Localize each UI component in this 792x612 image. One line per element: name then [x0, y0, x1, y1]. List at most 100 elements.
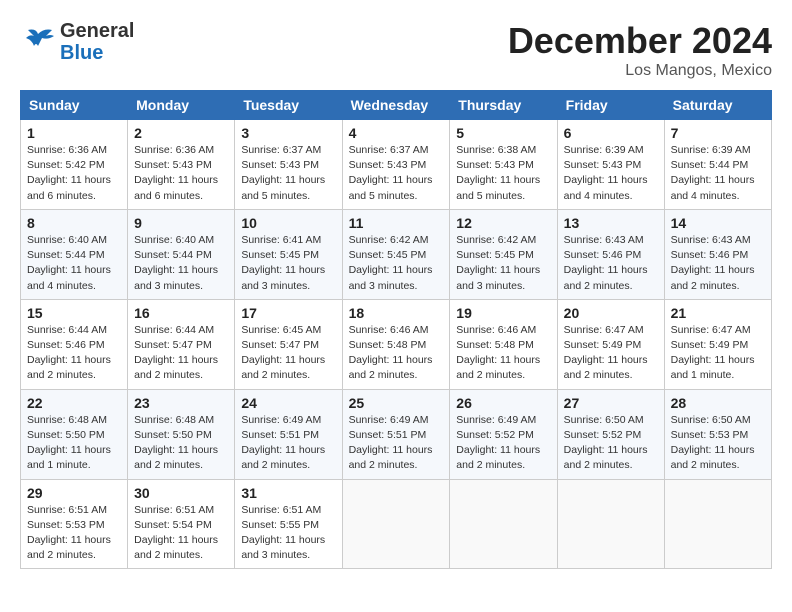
day-number: 17: [241, 305, 335, 321]
day-info: Sunrise: 6:39 AM Sunset: 5:43 PM Dayligh…: [564, 143, 658, 204]
weekday-header-sunday: Sunday: [21, 91, 128, 120]
calendar-cell: 30 Sunrise: 6:51 AM Sunset: 5:54 PM Dayli…: [128, 479, 235, 569]
day-info: Sunrise: 6:37 AM Sunset: 5:43 PM Dayligh…: [241, 143, 335, 204]
weekday-header-monday: Monday: [128, 91, 235, 120]
calendar-cell: 26 Sunrise: 6:49 AM Sunset: 5:52 PM Dayli…: [450, 389, 557, 479]
weekday-header-tuesday: Tuesday: [235, 91, 342, 120]
calendar-cell: 11 Sunrise: 6:42 AM Sunset: 5:45 PM Dayli…: [342, 209, 450, 299]
day-number: 15: [27, 305, 121, 321]
calendar-cell: 16Sunrise: 6:44 AM Sunset: 5:47 PM Dayli…: [128, 299, 235, 389]
weekday-header-saturday: Saturday: [664, 91, 771, 120]
day-number: 21: [671, 305, 765, 321]
calendar-table: SundayMondayTuesdayWednesdayThursdayFrid…: [20, 90, 772, 569]
day-number: 11: [349, 215, 444, 231]
day-number: 13: [564, 215, 658, 231]
calendar-body: 1 Sunrise: 6:36 AM Sunset: 5:42 PM Daylig…: [21, 120, 772, 569]
calendar-cell: [664, 479, 771, 569]
calendar-cell: 7Sunrise: 6:39 AM Sunset: 5:44 PM Daylig…: [664, 120, 771, 210]
day-info: Sunrise: 6:51 AM Sunset: 5:54 PM Dayligh…: [134, 503, 228, 564]
logo-general: General: [60, 20, 134, 42]
day-number: 16: [134, 305, 228, 321]
calendar-cell: 8 Sunrise: 6:40 AM Sunset: 5:44 PM Daylig…: [21, 209, 128, 299]
calendar-cell: 13Sunrise: 6:43 AM Sunset: 5:46 PM Dayli…: [557, 209, 664, 299]
day-info: Sunrise: 6:47 AM Sunset: 5:49 PM Dayligh…: [671, 323, 765, 384]
calendar-cell: 22Sunrise: 6:48 AM Sunset: 5:50 PM Dayli…: [21, 389, 128, 479]
calendar-cell: 1 Sunrise: 6:36 AM Sunset: 5:42 PM Daylig…: [21, 120, 128, 210]
day-info: Sunrise: 6:42 AM Sunset: 5:45 PM Dayligh…: [456, 233, 550, 294]
day-info: Sunrise: 6:36 AM Sunset: 5:43 PM Dayligh…: [134, 143, 228, 204]
day-number: 1: [27, 125, 121, 141]
calendar-cell: 9Sunrise: 6:40 AM Sunset: 5:44 PM Daylig…: [128, 209, 235, 299]
day-info: Sunrise: 6:46 AM Sunset: 5:48 PM Dayligh…: [349, 323, 444, 384]
day-info: Sunrise: 6:48 AM Sunset: 5:50 PM Dayligh…: [134, 413, 228, 474]
day-number: 12: [456, 215, 550, 231]
day-number: 29: [27, 485, 121, 501]
calendar-cell: 24Sunrise: 6:49 AM Sunset: 5:51 PM Dayli…: [235, 389, 342, 479]
location: Los Mangos, Mexico: [508, 62, 772, 80]
weekday-header-friday: Friday: [557, 91, 664, 120]
day-number: 7: [671, 125, 765, 141]
day-number: 10: [241, 215, 335, 231]
calendar-cell: 28Sunrise: 6:50 AM Sunset: 5:53 PM Dayli…: [664, 389, 771, 479]
day-number: 23: [134, 395, 228, 411]
calendar-cell: [450, 479, 557, 569]
day-info: Sunrise: 6:44 AM Sunset: 5:46 PM Dayligh…: [27, 323, 121, 384]
calendar-week-1: 1 Sunrise: 6:36 AM Sunset: 5:42 PM Daylig…: [21, 120, 772, 210]
day-info: Sunrise: 6:36 AM Sunset: 5:42 PM Dayligh…: [27, 143, 121, 204]
day-number: 30: [134, 485, 228, 501]
day-info: Sunrise: 6:50 AM Sunset: 5:52 PM Dayligh…: [564, 413, 658, 474]
calendar-cell: 17Sunrise: 6:45 AM Sunset: 5:47 PM Dayli…: [235, 299, 342, 389]
day-number: 4: [349, 125, 444, 141]
day-number: 5: [456, 125, 550, 141]
day-number: 2: [134, 125, 228, 141]
calendar-cell: 3Sunrise: 6:37 AM Sunset: 5:43 PM Daylig…: [235, 120, 342, 210]
calendar-week-2: 8 Sunrise: 6:40 AM Sunset: 5:44 PM Daylig…: [21, 209, 772, 299]
day-number: 20: [564, 305, 658, 321]
day-info: Sunrise: 6:50 AM Sunset: 5:53 PM Dayligh…: [671, 413, 765, 474]
day-number: 8: [27, 215, 121, 231]
day-info: Sunrise: 6:42 AM Sunset: 5:45 PM Dayligh…: [349, 233, 444, 294]
logo-blue: Blue: [60, 42, 134, 64]
weekday-header-thursday: Thursday: [450, 91, 557, 120]
title-block: December 2024 Los Mangos, Mexico: [508, 20, 772, 80]
day-number: 31: [241, 485, 335, 501]
calendar-cell: 23 Sunrise: 6:48 AM Sunset: 5:50 PM Dayli…: [128, 389, 235, 479]
calendar-cell: 2 Sunrise: 6:36 AM Sunset: 5:43 PM Daylig…: [128, 120, 235, 210]
calendar-cell: 6Sunrise: 6:39 AM Sunset: 5:43 PM Daylig…: [557, 120, 664, 210]
day-number: 19: [456, 305, 550, 321]
calendar-header: SundayMondayTuesdayWednesdayThursdayFrid…: [21, 91, 772, 120]
day-info: Sunrise: 6:49 AM Sunset: 5:52 PM Dayligh…: [456, 413, 550, 474]
page-header: General Blue December 2024 Los Mangos, M…: [20, 20, 772, 80]
calendar-cell: 4 Sunrise: 6:37 AM Sunset: 5:43 PM Daylig…: [342, 120, 450, 210]
weekday-header-wednesday: Wednesday: [342, 91, 450, 120]
calendar-cell: 21 Sunrise: 6:47 AM Sunset: 5:49 PM Dayli…: [664, 299, 771, 389]
day-info: Sunrise: 6:40 AM Sunset: 5:44 PM Dayligh…: [134, 233, 228, 294]
calendar-week-5: 29Sunrise: 6:51 AM Sunset: 5:53 PM Dayli…: [21, 479, 772, 569]
calendar-cell: 25 Sunrise: 6:49 AM Sunset: 5:51 PM Dayli…: [342, 389, 450, 479]
calendar-week-4: 22Sunrise: 6:48 AM Sunset: 5:50 PM Dayli…: [21, 389, 772, 479]
day-info: Sunrise: 6:49 AM Sunset: 5:51 PM Dayligh…: [349, 413, 444, 474]
calendar-cell: 10 Sunrise: 6:41 AM Sunset: 5:45 PM Dayli…: [235, 209, 342, 299]
day-number: 18: [349, 305, 444, 321]
calendar-cell: 14Sunrise: 6:43 AM Sunset: 5:46 PM Dayli…: [664, 209, 771, 299]
day-info: Sunrise: 6:51 AM Sunset: 5:55 PM Dayligh…: [241, 503, 335, 564]
day-info: Sunrise: 6:48 AM Sunset: 5:50 PM Dayligh…: [27, 413, 121, 474]
calendar-cell: 31 Sunrise: 6:51 AM Sunset: 5:55 PM Dayli…: [235, 479, 342, 569]
calendar-cell: [342, 479, 450, 569]
day-number: 26: [456, 395, 550, 411]
logo: General Blue: [20, 20, 134, 64]
day-number: 25: [349, 395, 444, 411]
day-info: Sunrise: 6:46 AM Sunset: 5:48 PM Dayligh…: [456, 323, 550, 384]
day-number: 27: [564, 395, 658, 411]
calendar-cell: 12 Sunrise: 6:42 AM Sunset: 5:45 PM Dayli…: [450, 209, 557, 299]
day-info: Sunrise: 6:43 AM Sunset: 5:46 PM Dayligh…: [671, 233, 765, 294]
day-info: Sunrise: 6:37 AM Sunset: 5:43 PM Dayligh…: [349, 143, 444, 204]
calendar-cell: [557, 479, 664, 569]
calendar-cell: 15 Sunrise: 6:44 AM Sunset: 5:46 PM Dayli…: [21, 299, 128, 389]
calendar-cell: 19 Sunrise: 6:46 AM Sunset: 5:48 PM Dayli…: [450, 299, 557, 389]
month-title: December 2024: [508, 20, 772, 62]
day-info: Sunrise: 6:41 AM Sunset: 5:45 PM Dayligh…: [241, 233, 335, 294]
day-info: Sunrise: 6:38 AM Sunset: 5:43 PM Dayligh…: [456, 143, 550, 204]
day-info: Sunrise: 6:40 AM Sunset: 5:44 PM Dayligh…: [27, 233, 121, 294]
calendar-cell: 20Sunrise: 6:47 AM Sunset: 5:49 PM Dayli…: [557, 299, 664, 389]
